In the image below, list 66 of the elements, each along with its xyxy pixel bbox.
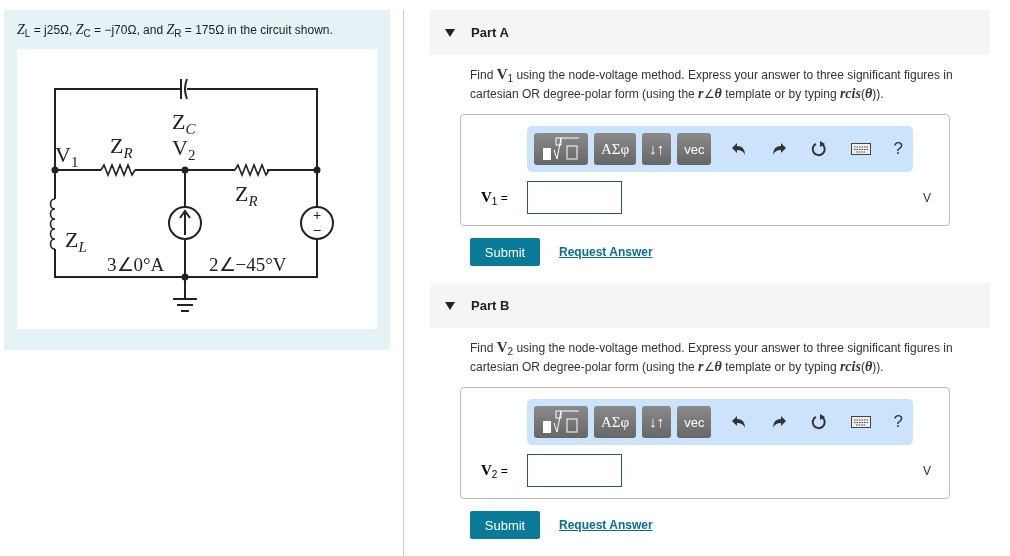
keyboard-button[interactable] [851,416,872,429]
plus-sign: + [312,207,322,224]
fraction-root-icon [541,409,581,436]
keyboard-icon [851,143,872,156]
current-source [168,206,202,241]
template-button[interactable] [534,406,588,439]
circuit-label: 3∠0°A [107,254,165,276]
resistor-symbol [100,163,136,178]
minus-sign: − [312,222,322,239]
circuit-label: Z$_{R}$ [235,181,258,210]
vector-button[interactable]: vec [677,406,712,439]
resistor-symbol [234,163,270,178]
voltage-source [300,206,334,241]
circuit-label: V$_{2}$ [172,135,196,164]
part-title: Part B [471,298,510,313]
node-dot [181,273,189,281]
answer-field[interactable] [527,181,622,215]
submit-button[interactable]: Submit [470,511,540,540]
question-text: Find V$_{1}$ using the node-voltage method. Express your answer to three significant figures in cartesian OR degree-polar form (using the r∠θ template or by typing rcis(θ)). [470,67,954,103]
redo-icon [771,415,788,430]
redo-button[interactable] [771,415,788,430]
circuit-label: 2∠−45°V [209,254,287,276]
undo-icon [731,142,748,157]
request-answer-link[interactable]: Request Answer [559,518,653,533]
inductor-symbol [49,198,56,251]
circuit-label: Z$_{R}$ [110,133,133,162]
reset-icon [811,141,828,158]
node-dot [51,166,59,174]
circuit-label: V$_{1}$ [55,142,79,171]
answer-field[interactable] [527,454,622,488]
unit-label: V [923,190,931,205]
request-answer-link[interactable]: Request Answer [559,245,653,260]
unit-label: V [923,463,931,478]
reset-button[interactable] [811,141,828,158]
undo-button[interactable] [731,415,748,430]
vector-button[interactable]: vec [677,133,712,166]
node-dot [181,166,189,174]
template-button[interactable] [534,133,588,166]
circuit-label: Z$_{L}$ [65,227,87,256]
part-title: Part A [471,25,509,40]
capacitor-symbol [180,78,188,101]
part-header[interactable]: Part B [430,283,990,328]
undo-icon [731,415,748,430]
reset-button[interactable] [811,414,828,431]
fraction-root-icon [541,136,581,163]
answer-label: V$_{1}$ = [481,188,509,208]
help-button[interactable]: ? [893,412,903,433]
symbols-button[interactable]: ΑΣφ [594,133,637,166]
circuit-label: Z$_{C}$ [172,109,196,138]
question-text: Find V$_{2}$ using the node-voltage method. Express your answer to three significant figures in cartesian OR degree-polar form (using the r∠θ template or by typing rcis(θ)). [470,340,954,376]
redo-icon [771,142,788,157]
redo-button[interactable] [771,142,788,157]
help-button[interactable]: ? [893,139,903,160]
undo-button[interactable] [731,142,748,157]
answer-label: V$_{2}$ = [481,461,509,481]
part-header[interactable]: Part A [430,10,990,55]
node-dot [313,166,321,174]
ground-symbol [172,298,198,313]
keyboard-button[interactable] [851,143,872,156]
keyboard-icon [851,416,872,429]
submit-button[interactable]: Submit [470,238,540,267]
symbols-button[interactable]: ΑΣφ [594,406,637,439]
reset-icon [811,414,828,431]
arrows-button[interactable]: ↓↑ [642,133,672,166]
arrows-button[interactable]: ↓↑ [642,406,672,439]
problem-text: Z$_{L}$ = j25Ω, Z$_{C}$ = −j70Ω, and Z$_{R}$ = 175Ω in the circuit shown. [17,22,334,42]
